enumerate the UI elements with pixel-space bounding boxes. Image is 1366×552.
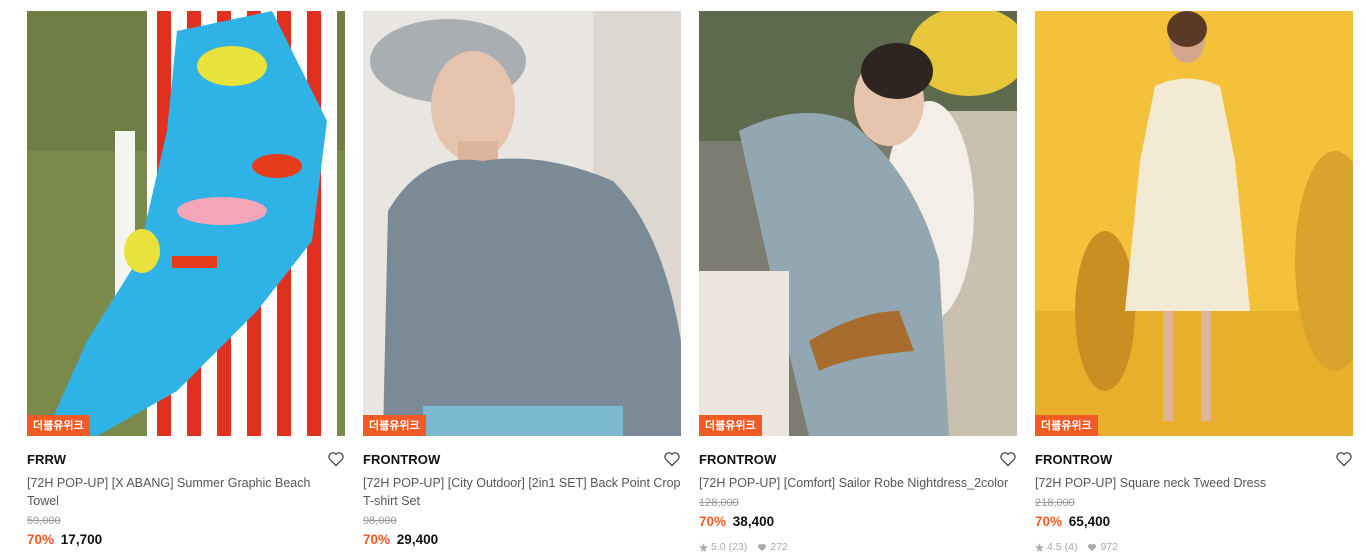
promo-badge: 더블유위크: [363, 415, 426, 436]
product-card[interactable]: 더블유위크 FRONTROW [72H POP-UP] [Comfort] Sa…: [699, 11, 1017, 552]
product-image-tweed-dress[interactable]: 더블유위크: [1035, 11, 1353, 436]
heart-icon[interactable]: [663, 451, 681, 467]
price-row: 70% 38,400: [699, 513, 1017, 530]
sale-price: 38,400: [732, 514, 775, 529]
price-row: 70% 29,400: [363, 531, 681, 548]
star-icon: [1035, 542, 1044, 552]
product-card[interactable]: 더블유위크 FRRW [72H POP-UP] [X ABANG] Summer…: [27, 11, 345, 552]
review-count: (4): [1064, 541, 1078, 552]
crop-tshirt-photo: [363, 11, 681, 436]
brand-name[interactable]: FRONTROW: [363, 452, 440, 467]
product-meta: 4.5 (4) 972: [1035, 541, 1353, 552]
promo-badge: 더블유위크: [699, 415, 762, 436]
price-row: 70% 17,700: [27, 531, 345, 548]
product-grid: 더블유위크 FRRW [72H POP-UP] [X ABANG] Summer…: [27, 11, 1353, 552]
beach-towel-photo: [27, 11, 345, 436]
product-name[interactable]: [72H POP-UP] [X ABANG] Summer Graphic Be…: [27, 474, 345, 510]
star-icon: [699, 542, 708, 552]
heart-filled-icon: [758, 543, 767, 551]
discount-rate: 70%: [699, 514, 727, 529]
price-row: 70% 65,400: [1035, 513, 1353, 530]
likes: 272: [757, 541, 788, 552]
sale-price: 17,700: [60, 532, 103, 547]
product-card[interactable]: 더블유위크 FRONTROW [72H POP-UP] [City Outdoo…: [363, 11, 681, 552]
original-price: 59,000: [27, 515, 61, 527]
sale-price: 65,400: [1068, 514, 1111, 529]
original-price: 98,000: [363, 515, 397, 527]
product-name[interactable]: [72H POP-UP] Square neck Tweed Dress: [1035, 474, 1353, 492]
rating: 4.5 (4): [1035, 541, 1077, 552]
brand-name[interactable]: FRRW: [27, 452, 66, 467]
product-image-crop-tshirt[interactable]: 더블유위크: [363, 11, 681, 436]
brand-name[interactable]: FRONTROW: [1035, 452, 1112, 467]
product-card[interactable]: 더블유위크 FRONTROW [72H POP-UP] Square neck …: [1035, 11, 1353, 552]
rating-value: 5.0: [711, 541, 726, 552]
likes: 972: [1087, 541, 1118, 552]
product-name[interactable]: [72H POP-UP] [Comfort] Sailor Robe Night…: [699, 474, 1017, 492]
discount-rate: 70%: [363, 532, 391, 547]
original-price: 128,000: [699, 497, 739, 509]
product-name[interactable]: [72H POP-UP] [City Outdoor] [2in1 SET] B…: [363, 474, 681, 510]
review-count: (23): [728, 541, 748, 552]
robe-nightdress-photo: [699, 11, 1017, 436]
tweed-dress-photo: [1035, 11, 1353, 436]
promo-badge: 더블유위크: [1035, 415, 1098, 436]
like-count: 272: [770, 541, 788, 552]
heart-filled-icon: [1088, 543, 1097, 551]
product-image-beach-towel[interactable]: 더블유위크: [27, 11, 345, 436]
heart-icon[interactable]: [327, 451, 345, 467]
discount-rate: 70%: [27, 532, 55, 547]
original-price: 218,000: [1035, 497, 1075, 509]
brand-name[interactable]: FRONTROW: [699, 452, 776, 467]
promo-badge: 더블유위크: [27, 415, 90, 436]
heart-icon[interactable]: [999, 451, 1017, 467]
product-meta: 5.0 (23) 272: [699, 541, 1017, 552]
heart-icon[interactable]: [1335, 451, 1353, 467]
discount-rate: 70%: [1035, 514, 1063, 529]
sale-price: 29,400: [396, 532, 439, 547]
rating-value: 4.5: [1047, 541, 1062, 552]
rating: 5.0 (23): [699, 541, 747, 552]
like-count: 972: [1100, 541, 1118, 552]
product-image-robe-nightdress[interactable]: 더블유위크: [699, 11, 1017, 436]
